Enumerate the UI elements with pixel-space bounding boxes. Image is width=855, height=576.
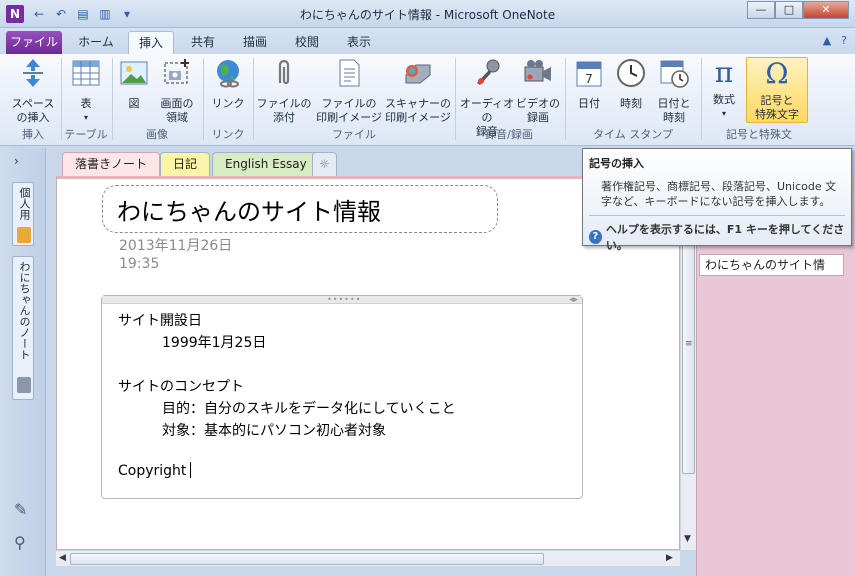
scroll-right-arrow-icon[interactable]: ▶ <box>666 553 673 563</box>
page-datetime: 2013年11月26日 19:35 <box>119 237 232 273</box>
tooltip-body: 著作権記号、商標記号、段落記号、Unicode 文字など、キーボードにない記号を… <box>601 180 837 208</box>
notebook-open-icon <box>17 377 31 393</box>
window-controls: — □ ✕ <box>747 1 849 19</box>
new-section-tab-icon[interactable]: ☼ <box>312 152 337 176</box>
note-container-handle[interactable]: •••••• ◂▸ <box>102 295 582 305</box>
page-title-box[interactable]: わにちゃんのサイト情報 <box>102 185 498 233</box>
note-line[interactable]: 1999年1月25日 <box>162 332 266 352</box>
help-icon[interactable]: ? <box>841 34 847 47</box>
link-globe-icon <box>217 60 239 88</box>
note-line[interactable]: サイト開設日 <box>118 310 202 330</box>
omega-icon: Ω <box>765 57 789 90</box>
record-video-button[interactable]: ビデオの 録画 <box>516 57 560 125</box>
scroll-left-arrow-icon[interactable]: ◀ <box>59 553 66 563</box>
symbol-tooltip: 記号の挿入 著作権記号、商標記号、段落記号、Unicode 文字など、キーボード… <box>582 148 852 252</box>
minimize-ribbon-icon[interactable]: ▲ <box>823 34 831 47</box>
note-line[interactable]: 対象：基本的にパソコン初心者対象 <box>162 420 386 440</box>
link-button[interactable]: リンク <box>208 57 248 111</box>
tab-share[interactable]: 共有 <box>180 31 226 54</box>
tooltip-help-text: ヘルプを表示するには、F1 キーを押してください。 <box>605 223 845 252</box>
section-tab-rakugaki[interactable]: 落書きノート <box>62 152 161 176</box>
scroll-down-arrow-icon[interactable]: ▼ <box>684 534 691 544</box>
group-label-files: ファイル <box>332 128 376 141</box>
insert-time-button[interactable]: 時刻 <box>612 57 650 111</box>
note-line[interactable]: 目的：自分のスキルをデータ化にしていくこと <box>162 398 456 418</box>
clock-icon <box>617 59 645 87</box>
horizontal-scrollbar[interactable]: ◀ ▶ <box>56 550 680 566</box>
group-label-insert: 挿入 <box>22 128 44 141</box>
tab-view[interactable]: 表示 <box>336 31 382 54</box>
unfiled-notes-icon[interactable]: ✎ <box>14 500 27 519</box>
paperclip-icon <box>278 59 290 85</box>
quick-notes-icon[interactable]: ⚲ <box>14 533 27 552</box>
page-time: 19:35 <box>119 256 160 272</box>
window-title: わにちゃんのサイト情報 - Microsoft OneNote <box>299 8 556 22</box>
note-line-copyright[interactable]: Copyright <box>118 462 192 479</box>
table-icon <box>72 60 100 86</box>
notebook-personal[interactable]: 個人用 <box>12 182 34 246</box>
attach-file-button[interactable]: ファイルの 添付 <box>256 57 312 125</box>
calendar-icon: 7 <box>576 61 602 87</box>
group-label-links: リンク <box>211 128 245 141</box>
maximize-button[interactable]: □ <box>775 1 803 19</box>
microphone-icon <box>477 59 500 85</box>
expand-nav-icon[interactable]: › <box>14 154 19 168</box>
insert-date-button[interactable]: 7 日付 <box>570 57 608 111</box>
insert-date-time-button[interactable]: 日付と 時刻 <box>654 57 694 125</box>
file-printout-icon <box>339 59 360 87</box>
equation-button[interactable]: π 数式 ▾ <box>704 57 744 121</box>
horizontal-scroll-thumb[interactable] <box>70 553 544 565</box>
insert-space-button[interactable]: スペース の挿入 <box>8 57 58 125</box>
calendar-clock-icon <box>660 60 689 88</box>
svg-text:7: 7 <box>585 72 593 86</box>
text-caret <box>190 462 192 478</box>
picture-button[interactable]: 図 <box>116 57 152 111</box>
group-label-recording: 録音/録画 <box>485 128 533 141</box>
minimize-button[interactable]: — <box>747 1 775 19</box>
tab-review[interactable]: 校閲 <box>284 31 330 54</box>
title-bar: N ← ↶ ▤ ▥ ▾ わにちゃんのサイト情報 - Microsoft OneN… <box>0 0 855 28</box>
picture-icon <box>120 61 148 85</box>
file-printout-button[interactable]: ファイルの 印刷イメージ <box>316 57 382 125</box>
ribbon-tab-bar: ファイル ホーム 挿入 共有 描画 校閲 表示 ▲ ? <box>0 28 855 54</box>
symbol-button[interactable]: Ω 記号と 特殊文字 <box>746 57 808 123</box>
scanner-icon <box>405 64 431 84</box>
note-line[interactable]: サイトのコンセプト <box>118 376 244 396</box>
pi-icon: π <box>714 56 734 89</box>
page-list-item[interactable]: わにちゃんのサイト情 <box>699 254 844 276</box>
notebook-wani[interactable]: わにちゃんのノート <box>12 256 34 400</box>
help-question-icon: ? <box>589 230 602 244</box>
group-label-table: テーブル <box>64 128 108 141</box>
section-tab-diary[interactable]: 日記 <box>160 152 211 176</box>
section-tab-english-essay[interactable]: English Essay <box>212 152 320 176</box>
group-label-symbols: 記号と特殊文 <box>726 128 792 141</box>
page-title[interactable]: わにちゃんのサイト情報 <box>117 192 381 227</box>
scanner-printout-button[interactable]: スキャナーの 印刷イメージ <box>384 57 452 125</box>
tab-home[interactable]: ホーム <box>66 31 126 54</box>
close-button[interactable]: ✕ <box>803 1 849 19</box>
tab-draw[interactable]: 描画 <box>232 31 278 54</box>
table-button[interactable]: 表 ▾ <box>66 57 106 125</box>
resize-arrows-icon[interactable]: ◂▸ <box>569 295 578 305</box>
notebook-navigation-pane: › 個人用 わにちゃんのノート ✎ ⚲ <box>0 148 46 576</box>
page-date: 2013年11月26日 <box>119 238 233 254</box>
tab-file[interactable]: ファイル <box>6 31 62 54</box>
note-container[interactable]: •••••• ◂▸ サイト開設日 1999年1月25日 サイトのコンセプト 目的… <box>101 295 583 499</box>
notebook-icon <box>17 227 31 243</box>
group-label-images: 画像 <box>146 128 168 141</box>
insert-space-icon <box>23 59 43 87</box>
ribbon: スペース の挿入 挿入 表 ▾ テーブル 図 画面の 領域 画像 リンク リンク… <box>0 54 855 146</box>
tab-insert[interactable]: 挿入 <box>128 31 174 54</box>
screen-clipping-icon <box>164 59 189 84</box>
tooltip-title: 記号の挿入 <box>589 157 644 170</box>
group-label-timestamp: タイム スタンプ <box>593 128 673 141</box>
screen-clipping-button[interactable]: 画面の 領域 <box>156 57 198 125</box>
video-camera-icon <box>524 60 551 82</box>
